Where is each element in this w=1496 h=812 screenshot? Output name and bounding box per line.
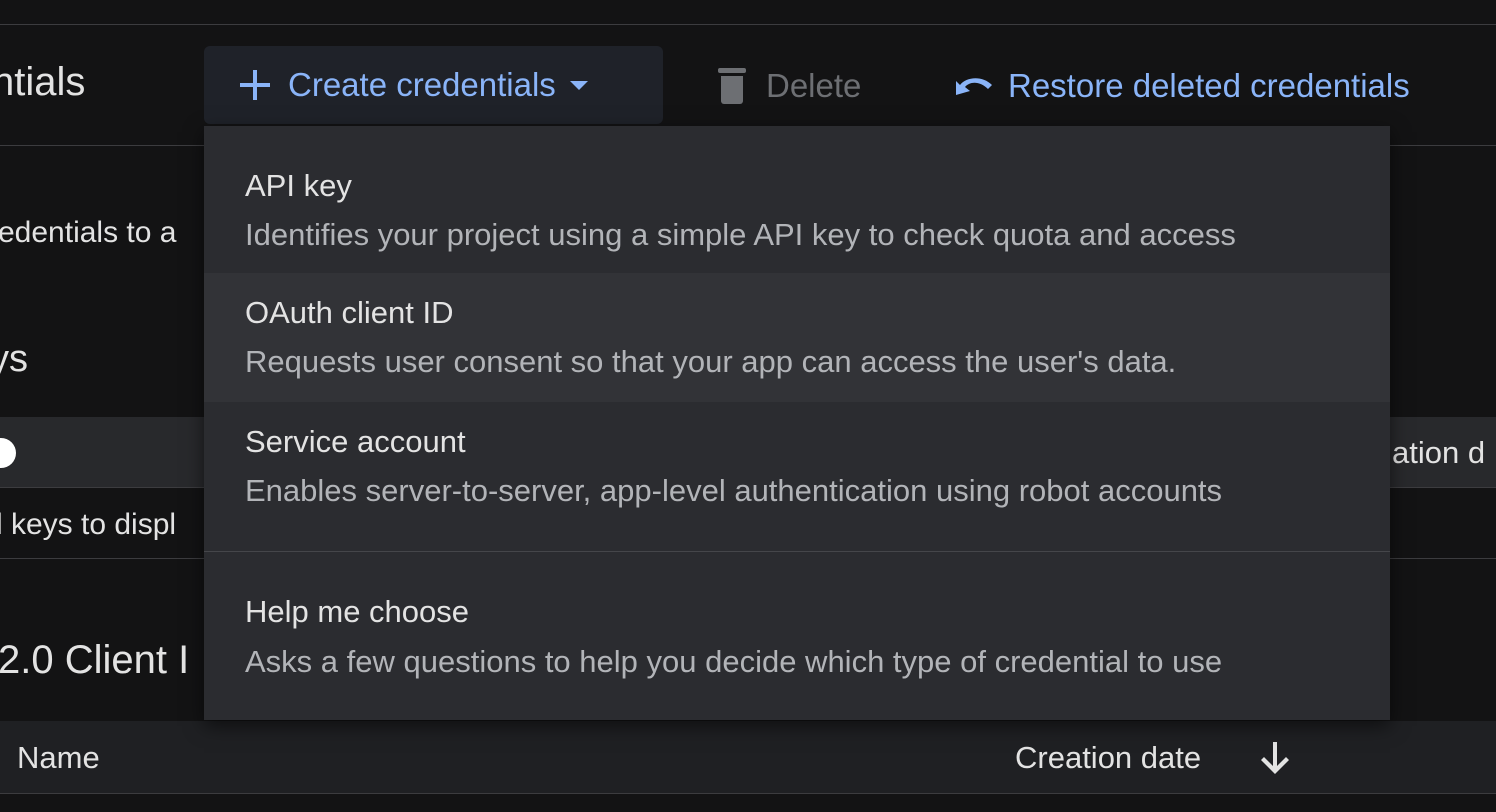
menu-item-description: Asks a few questions to help you decide … bbox=[245, 644, 1223, 679]
restore-label: Restore deleted credentials bbox=[1008, 67, 1410, 104]
menu-item-help-me-choose[interactable]: Help me choose Asks a few questions to h… bbox=[204, 572, 1390, 706]
creation-date-column-header[interactable]: Creation date bbox=[1015, 740, 1201, 776]
menu-item-title: API key bbox=[245, 168, 352, 203]
plus-icon bbox=[240, 70, 270, 100]
create-credentials-menu: API key Identifies your project using a … bbox=[204, 126, 1390, 720]
arrow-down-icon[interactable] bbox=[1258, 740, 1292, 776]
api-keys-creation-date-header: ation d bbox=[1392, 435, 1486, 470]
oauth-clients-heading: 2.0 Client I bbox=[0, 638, 190, 682]
menu-item-oauth-client-id[interactable]: OAuth client ID Requests user consent so… bbox=[204, 273, 1390, 402]
restore-icon bbox=[956, 78, 992, 95]
menu-item-service-account[interactable]: Service account Enables server-to-server… bbox=[204, 402, 1390, 531]
menu-item-title: OAuth client ID bbox=[245, 295, 454, 330]
menu-item-api-key[interactable]: API key Identifies your project using a … bbox=[204, 140, 1390, 273]
menu-item-description: Requests user consent so that your app c… bbox=[245, 344, 1177, 379]
create-credentials-label: Create credentials bbox=[288, 66, 556, 103]
api-keys-empty-text: l keys to displ bbox=[0, 508, 177, 541]
menu-divider bbox=[204, 551, 1390, 552]
api-keys-heading: ys bbox=[0, 338, 28, 380]
trash-icon bbox=[718, 68, 746, 104]
create-credentials-button[interactable]: Create credentials bbox=[204, 46, 663, 124]
name-column-header[interactable]: Name bbox=[17, 740, 100, 776]
menu-item-description: Enables server-to-server, app-level auth… bbox=[245, 473, 1223, 508]
restore-deleted-credentials-button[interactable]: Restore deleted credentials bbox=[954, 60, 1410, 112]
menu-item-title: Help me choose bbox=[245, 594, 470, 629]
divider bbox=[0, 793, 1496, 794]
menu-item-title: Service account bbox=[245, 424, 466, 459]
page-title: ntials bbox=[0, 60, 86, 104]
intro-text: edentials to a bbox=[0, 216, 177, 249]
caret-down-icon bbox=[569, 80, 588, 90]
delete-button[interactable]: Delete bbox=[718, 60, 861, 112]
menu-item-description: Identifies your project using a simple A… bbox=[245, 217, 1236, 252]
delete-label: Delete bbox=[766, 67, 862, 104]
